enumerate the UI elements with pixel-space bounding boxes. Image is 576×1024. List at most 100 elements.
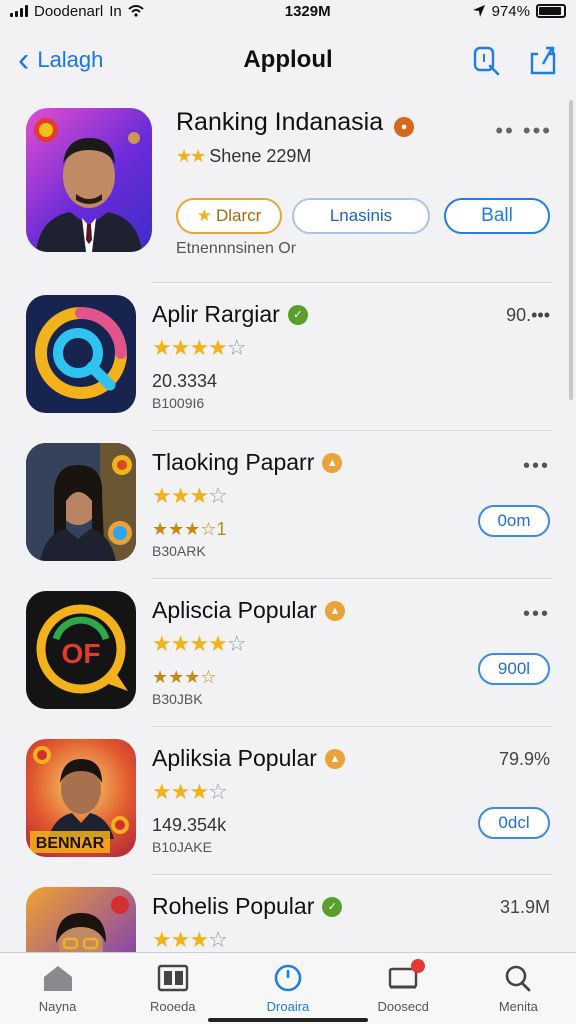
tab-search-label: Menita: [498, 999, 538, 1014]
back-label: Lalagh: [37, 47, 104, 72]
status-left: Doodenarl In: [10, 3, 144, 20]
list-item[interactable]: Aplir Rargiar ✓ ★★★★☆ 20.3334 B1009I6 90…: [26, 282, 552, 430]
back-button[interactable]: ‹ Lalagh: [18, 43, 103, 77]
stars-filled: ★★★★: [152, 631, 228, 656]
rating-stars: ★★★☆: [152, 483, 228, 509]
rating-stars: ★★★★☆: [152, 631, 247, 657]
featured-app-icon[interactable]: [26, 108, 152, 252]
status-right: 974%: [472, 3, 566, 20]
get-button[interactable]: 0om: [478, 505, 550, 537]
network-label: In: [109, 2, 122, 20]
app-name: Rohelis Popular ✓: [152, 893, 343, 920]
verified-badge-icon: ✓: [322, 896, 343, 917]
notification-badge: [411, 959, 426, 973]
tab-home[interactable]: Nayna: [8, 963, 108, 1014]
app-price: 90.•••: [506, 305, 550, 325]
category-pill-2[interactable]: Lnasinis: [292, 198, 430, 234]
warning-badge-icon: ▲: [324, 748, 345, 769]
more-options-icon[interactable]: •••: [523, 455, 550, 478]
app-price: 31.9M: [499, 897, 550, 917]
tab-activity[interactable]: Droaira: [238, 963, 338, 1014]
featured-app[interactable]: Ranking Indanasia ● ★★ Shene 229M •• •••…: [0, 100, 576, 282]
home-icon: [43, 966, 72, 991]
app-banner-text: BENNAR: [36, 835, 105, 852]
rating-detail: ★★★☆1: [152, 519, 227, 539]
tab-inbox-label: Doosecd: [377, 999, 429, 1014]
search-icon: [506, 965, 531, 992]
stars-empty: ☆: [226, 335, 247, 360]
app-name-text: Apliscia Popular: [152, 597, 317, 623]
download-count: 149.354k: [152, 815, 227, 835]
nav-bar: ‹ Lalagh Apploul: [0, 30, 576, 90]
stars-empty: ☆: [208, 927, 228, 952]
app-icon-woman-glasses[interactable]: [26, 887, 136, 952]
app-meta: B30ARK: [152, 543, 206, 559]
app-meta: B30JBK: [152, 691, 203, 707]
battery-percent: 974%: [491, 2, 530, 20]
tab-books[interactable]: Rooeda: [123, 963, 223, 1014]
battery-icon: [535, 4, 566, 18]
stars-empty: ☆: [208, 483, 228, 508]
tab-bar: Nayna Rooeda Droaira Doosecd Menita: [0, 952, 576, 1024]
featured-app-rating: ★★ Shene 229M: [176, 146, 311, 167]
stars-empty: ☆: [208, 779, 228, 804]
list-item[interactable]: Rohelis Popular ✓ ★★★☆ 31.9M: [26, 874, 552, 952]
list-item[interactable]: BENNAR Apliksia Popular ▲ ★★★☆ 149.354k …: [26, 726, 552, 874]
app-name-text: Aplir Rargiar: [152, 301, 280, 327]
app-icon-woman[interactable]: [26, 443, 136, 561]
content-list[interactable]: Ranking Indanasia ● ★★ Shene 229M •• •••…: [0, 100, 576, 952]
clock-icon: [274, 964, 302, 992]
tab-inbox[interactable]: Doosecd: [353, 959, 453, 1014]
search-icon[interactable]: [470, 44, 502, 76]
rating-stars: ★★: [176, 146, 206, 166]
app-name: Tlaoking Paparr ▲: [152, 449, 343, 476]
stars-filled: ★★★: [152, 779, 209, 804]
app-name-text: Apliksia Popular: [152, 745, 317, 771]
book-icon: [157, 964, 188, 992]
get-button[interactable]: 0dcl: [478, 807, 550, 839]
featured-app-name: Ranking Indanasia: [176, 108, 384, 136]
verified-badge-icon: ●: [394, 117, 415, 137]
list-item[interactable]: OF Apliscia Popular ▲ ★★★★☆ ★★★☆ B30JBK …: [26, 578, 552, 726]
verified-badge-icon: ✓: [287, 304, 308, 325]
stars-filled: ★★★★: [152, 335, 228, 360]
tab-home-label: Nayna: [38, 999, 77, 1014]
category-pill-1[interactable]: ★ Dlarcr: [176, 198, 282, 234]
app-name: Apliscia Popular ▲: [152, 597, 345, 624]
carrier-label: Doodenarl: [34, 2, 104, 20]
clock-label: 1329M: [284, 2, 331, 20]
rating-stars: ★★★☆: [152, 779, 228, 805]
chevron-left-icon: ‹: [18, 41, 30, 79]
app-name: Apliksia Popular ▲: [152, 745, 345, 772]
rating-stars: ★★★★☆: [152, 335, 247, 361]
app-icon-search[interactable]: [26, 295, 136, 413]
stars-filled: ★★★: [152, 483, 209, 508]
status-bar: Doodenarl In 1329M 974%: [0, 0, 576, 22]
app-meta: B10JAKE: [152, 839, 212, 855]
signal-icon: [10, 5, 28, 17]
category-pill-1-label: Dlarcr: [215, 206, 262, 225]
star-icon: ★: [196, 206, 212, 225]
get-button[interactable]: Ball: [444, 198, 550, 234]
stars-empty: ☆: [226, 631, 247, 656]
app-icon-logo[interactable]: OF: [26, 591, 136, 709]
stars-filled: ★★★: [152, 927, 209, 952]
wifi-icon: [128, 5, 144, 17]
more-options-icon[interactable]: •••: [523, 603, 550, 626]
download-count: 20.3334: [152, 371, 218, 391]
share-icon[interactable]: [528, 44, 558, 76]
tab-books-label: Rooeda: [150, 999, 196, 1014]
more-options-icon[interactable]: •• •••: [495, 118, 552, 144]
home-indicator[interactable]: [208, 1018, 368, 1022]
get-button[interactable]: 900l: [478, 653, 550, 685]
featured-app-subtitle: Etnennnsinen Or: [176, 240, 297, 257]
tab-search[interactable]: Menita: [468, 963, 568, 1014]
warning-badge-icon: ▲: [322, 452, 343, 473]
app-logo-text: OF: [62, 638, 101, 669]
app-icon-man[interactable]: BENNAR: [26, 739, 136, 857]
app-meta: B1009I6: [152, 395, 205, 411]
list-item[interactable]: Tlaoking Paparr ▲ ★★★☆ ★★★☆1 B30ARK ••• …: [26, 430, 552, 578]
location-icon: [472, 5, 485, 17]
nav-actions: [470, 44, 558, 76]
tab-activity-label: Droaira: [266, 999, 310, 1014]
